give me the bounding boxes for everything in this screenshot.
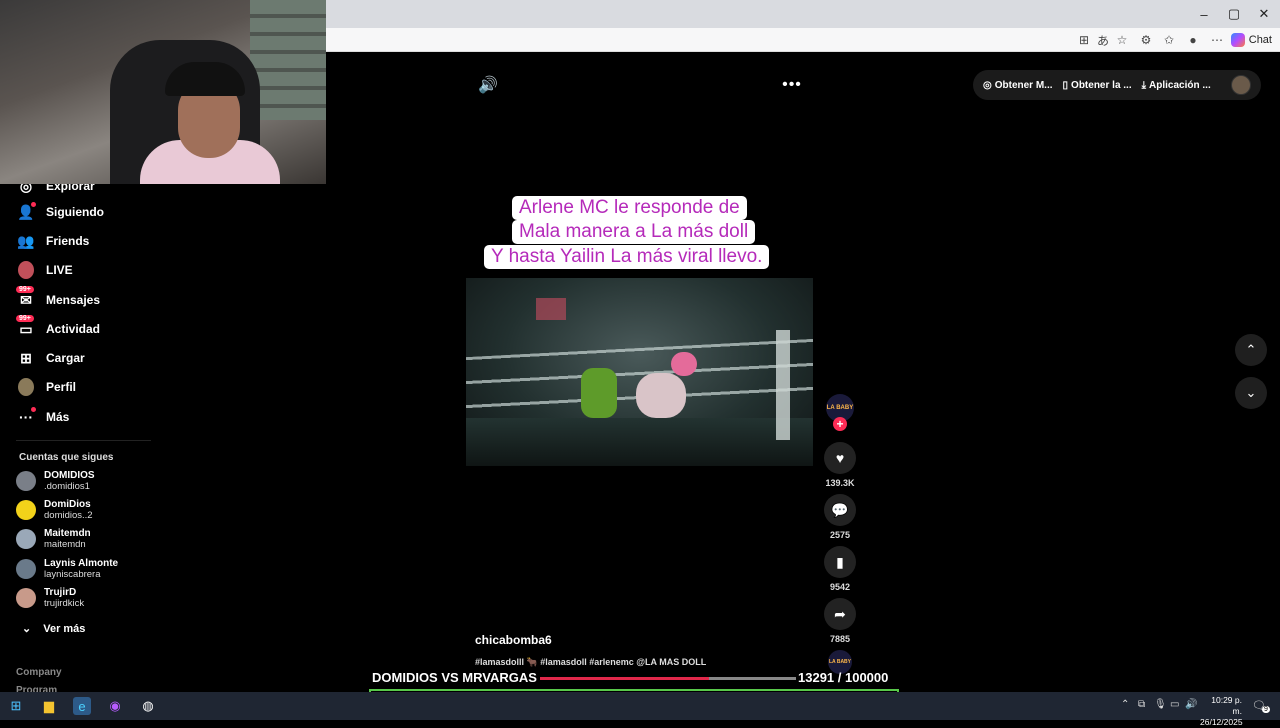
sidebar-item-siguiendo[interactable]: 👤 Siguiendo [17, 202, 104, 222]
browser-menu-icon[interactable]: ⋯ [1209, 32, 1225, 48]
app-available-icon[interactable]: ⊞ [1076, 32, 1092, 48]
avatar [16, 559, 36, 579]
following-account[interactable]: TrujirD trujirdkick [16, 585, 84, 611]
favorites-icon[interactable]: ✩ [1161, 32, 1177, 48]
following-section-title: Cuentas que sigues [19, 452, 114, 463]
close-window-button[interactable]: ✕ [1248, 0, 1280, 28]
microphone-icon[interactable]: 🎙 [1154, 699, 1167, 710]
windows-start-icon[interactable]: ⊞ [7, 697, 25, 715]
avatar [16, 500, 36, 520]
score-bar-fill [540, 677, 709, 680]
like-count: 139.3K [825, 478, 855, 488]
favorite-star-icon[interactable]: ☆ [1114, 32, 1130, 48]
comment-button[interactable]: 💬 2575 [824, 494, 856, 540]
sidebar-item-cargar[interactable]: ⊞ Cargar [18, 348, 85, 368]
network-icon[interactable]: ▭ [1170, 699, 1179, 710]
bookmark-icon: ▮ [824, 546, 856, 578]
copilot-icon [1230, 33, 1245, 47]
tray-app-icon[interactable]: ⧉ [1138, 699, 1145, 710]
extensions-icon[interactable]: ⚙ [1138, 32, 1154, 48]
top-actions-bar: ◎ Obtener M... ▯ Obtener la ... ⤓ Aplicació… [973, 70, 1261, 100]
volume-tray-icon[interactable]: 🔊 [1185, 699, 1197, 710]
follow-button[interactable]: + [833, 417, 847, 431]
sidebar-item-actividad[interactable]: ▭ 99+ Actividad [16, 315, 100, 339]
messages-icon: ✉ 99+ [16, 286, 34, 308]
footer-link-company[interactable]: Company [16, 664, 62, 682]
coin-icon: ◎ [983, 79, 992, 91]
see-more-button[interactable]: ⌄ Ver más [22, 622, 85, 636]
maximize-button[interactable]: ▢ [1218, 0, 1250, 28]
sidebar-item-live[interactable]: LIVE [18, 260, 73, 280]
avatar [16, 588, 36, 608]
video-caption-line: Mala manera a La más doll [512, 220, 756, 244]
save-button[interactable]: ▮ 9542 [824, 546, 856, 592]
notification-count: 9 [1262, 706, 1270, 713]
video-player[interactable] [466, 278, 813, 466]
get-coins-button[interactable]: ◎ Obtener M... [983, 80, 1053, 91]
sidebar-divider [16, 440, 151, 441]
video-caption-line: Arlene MC le responde de [512, 196, 747, 220]
save-count: 9542 [829, 582, 851, 592]
following-account[interactable]: Laynis Almonte layniscabrera [16, 556, 118, 582]
translate-icon[interactable]: あ [1095, 32, 1111, 48]
file-explorer-icon[interactable]: ▆ [40, 697, 58, 715]
avatar [16, 471, 36, 491]
speaker-icon: 🔊 [478, 77, 498, 94]
desktop-app-button[interactable]: ⤓ Aplicación ... [1142, 80, 1211, 91]
more-options-button[interactable]: ••• [782, 75, 802, 95]
more-icon: ··· [18, 407, 36, 425]
versus-title: DOMIDIOS VS MRVARGAS [372, 670, 537, 685]
chevron-down-icon: ⌄ [1245, 385, 1257, 400]
sidebar: ◎ Explorar 👤 Siguiendo 👥 Friends LIVE ✉ 9… [2, 178, 165, 696]
taskbar: ⊞ ▆ e ◉ ◍ ⌃ ⧉ 🎙 ▭ 🔊 10:29 p. m. 26/12/20… [0, 692, 1280, 727]
next-video-button[interactable]: ⌄ [1235, 377, 1267, 409]
volume-button[interactable]: 🔊 [478, 75, 498, 95]
profile-icon[interactable]: ● [1185, 32, 1201, 48]
heart-icon: ♥ [824, 442, 856, 474]
video-username[interactable]: chicabomba6 [475, 633, 552, 647]
score-bar [540, 677, 796, 680]
sidebar-item-mensajes[interactable]: ✉ 99+ Mensajes [16, 286, 100, 310]
sidebar-item-perfil[interactable]: Perfil [18, 377, 76, 397]
comment-count: 2575 [829, 530, 851, 540]
minimize-button[interactable]: – [1188, 0, 1220, 28]
edge-browser-icon[interactable]: e [73, 697, 91, 715]
friends-icon: 👥 [17, 232, 35, 249]
ellipsis-icon: ••• [782, 76, 802, 93]
user-avatar[interactable] [1231, 75, 1251, 95]
profile-avatar-icon [18, 378, 34, 396]
discord-icon[interactable]: ◉ [106, 697, 124, 715]
previous-video-button[interactable]: ⌃ [1235, 334, 1267, 366]
upload-icon: ⊞ [20, 349, 32, 366]
share-button[interactable]: ➦ 7885 [824, 598, 856, 644]
share-count: 7885 [829, 634, 851, 644]
webcam-overlay [0, 0, 326, 184]
copilot-chat-button[interactable]: Chat [1230, 31, 1272, 49]
following-icon: 👤 [17, 202, 36, 220]
chevron-up-icon: ⌃ [1245, 342, 1257, 357]
share-icon: ➦ [824, 598, 856, 630]
activity-icon: ▭ 99+ [16, 315, 34, 337]
sidebar-item-mas[interactable]: ··· Más [18, 407, 69, 427]
following-account[interactable]: Maitemdn maitemdn [16, 526, 91, 552]
following-account[interactable]: DomiDios domidios..2 [16, 497, 93, 523]
phone-icon: ▯ [1062, 79, 1069, 91]
comment-icon: 💬 [824, 494, 856, 526]
video-caption-line: Y hasta Yailin La más viral llevo. [484, 245, 770, 269]
live-icon [18, 261, 34, 279]
sidebar-item-friends[interactable]: 👥 Friends [17, 231, 89, 251]
get-app-button[interactable]: ▯ Obtener la ... [1063, 80, 1132, 91]
like-button[interactable]: ♥ 139.3K [824, 442, 856, 488]
avatar [16, 529, 36, 549]
download-icon: ⤓ [1141, 79, 1147, 91]
versus-score: 13291 / 100000 [798, 670, 889, 685]
tray-chevron-up-icon[interactable]: ⌃ [1121, 699, 1129, 710]
obs-icon[interactable]: ◍ [139, 697, 157, 715]
system-clock[interactable]: 10:29 p. m. 26/12/2025 [1200, 695, 1243, 728]
chevron-down-icon: ⌄ [22, 623, 32, 635]
video-description: #lamasdolll 🐂 #lamasdoll #arlenemc @LA M… [475, 657, 707, 667]
following-account[interactable]: DOMIDIOS .domidios1 [16, 468, 95, 494]
